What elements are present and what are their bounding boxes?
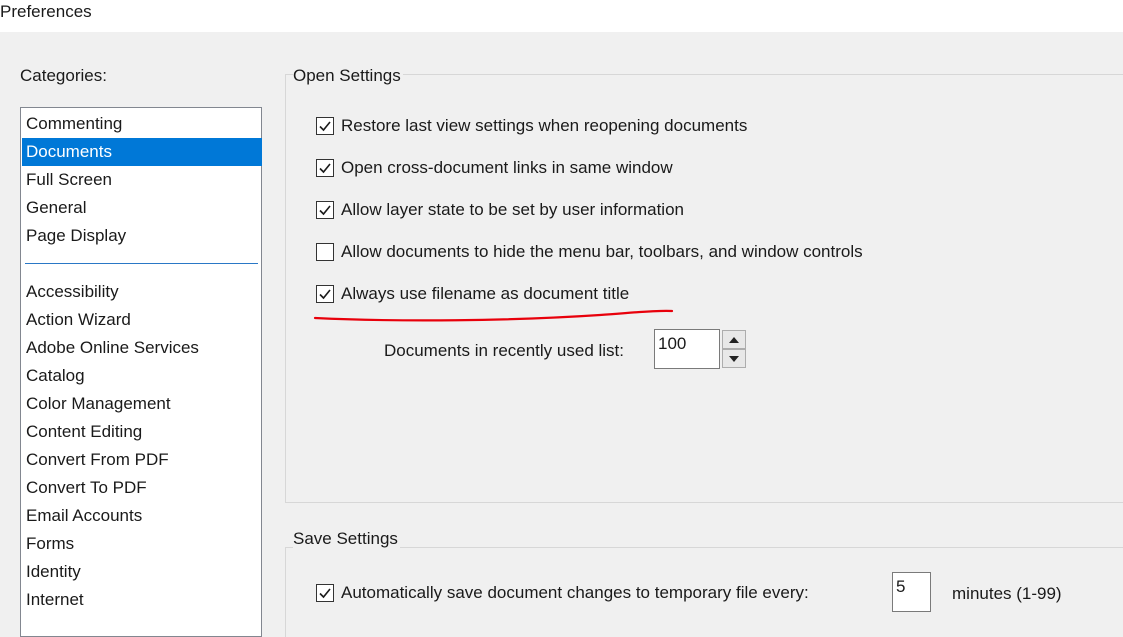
checkmark-icon <box>319 121 331 132</box>
categories-list[interactable]: Commenting Documents Full Screen General… <box>20 107 262 637</box>
checkmark-icon <box>319 588 331 599</box>
option-label: Allow layer state to be set by user info… <box>341 200 684 219</box>
category-content-editing[interactable]: Content Editing <box>22 418 262 446</box>
window-title: Preferences <box>0 2 92 21</box>
category-full-screen[interactable]: Full Screen <box>22 166 262 194</box>
option-autosave[interactable]: Automatically save document changes to t… <box>316 582 809 604</box>
autosave-minutes-input[interactable]: 5 <box>892 572 931 612</box>
checkmark-icon <box>319 205 331 216</box>
categories-label: Categories: <box>20 66 107 85</box>
option-restore-last-view[interactable]: Restore last view settings when reopenin… <box>316 115 747 137</box>
option-label: Allow documents to hide the menu bar, to… <box>341 242 863 261</box>
open-settings-title: Open Settings <box>293 66 403 86</box>
category-accessibility[interactable]: Accessibility <box>22 278 262 306</box>
option-label: Always use filename as document title <box>341 284 630 303</box>
recent-list-label: Documents in recently used list: <box>384 341 624 360</box>
option-cross-document-links[interactable]: Open cross-document links in same window <box>316 157 673 179</box>
category-forms[interactable]: Forms <box>22 530 262 558</box>
spin-up-button[interactable] <box>722 330 746 349</box>
category-catalog[interactable]: Catalog <box>22 362 262 390</box>
option-filename-as-title[interactable]: Always use filename as document title <box>316 283 629 305</box>
autosave-unit-label: minutes (1-99) <box>952 584 1062 603</box>
option-label: Open cross-document links in same window <box>341 158 673 177</box>
spin-down-button[interactable] <box>722 349 746 368</box>
checkbox[interactable] <box>316 584 334 602</box>
arrow-up-icon <box>729 336 739 343</box>
save-settings-title: Save Settings <box>293 529 400 549</box>
option-hide-menu-bar[interactable]: Allow documents to hide the menu bar, to… <box>316 241 863 263</box>
category-adobe-online-services[interactable]: Adobe Online Services <box>22 334 262 362</box>
category-convert-from-pdf[interactable]: Convert From PDF <box>22 446 262 474</box>
checkbox[interactable] <box>316 117 334 135</box>
category-page-display[interactable]: Page Display <box>22 222 262 250</box>
option-label: Restore last view settings when reopenin… <box>341 116 748 135</box>
red-underline-annotation <box>313 309 674 322</box>
category-email-accounts[interactable]: Email Accounts <box>22 502 262 530</box>
category-general[interactable]: General <box>22 194 262 222</box>
category-internet[interactable]: Internet <box>22 586 262 614</box>
checkbox[interactable] <box>316 159 334 177</box>
checkbox[interactable] <box>316 201 334 219</box>
title-bar: Preferences <box>0 0 1123 32</box>
category-identity[interactable]: Identity <box>22 558 262 586</box>
checkbox[interactable] <box>316 243 334 261</box>
recent-list-input[interactable]: 100 <box>654 329 720 369</box>
category-divider <box>25 263 258 264</box>
option-layer-state[interactable]: Allow layer state to be set by user info… <box>316 199 684 221</box>
checkbox[interactable] <box>316 285 334 303</box>
category-convert-to-pdf[interactable]: Convert To PDF <box>22 474 262 502</box>
category-color-management[interactable]: Color Management <box>22 390 262 418</box>
category-documents[interactable]: Documents <box>22 138 262 166</box>
arrow-down-icon <box>729 355 739 362</box>
category-action-wizard[interactable]: Action Wizard <box>22 306 262 334</box>
checkmark-icon <box>319 289 331 300</box>
category-commenting[interactable]: Commenting <box>22 110 262 138</box>
option-label: Automatically save document changes to t… <box>341 583 809 602</box>
checkmark-icon <box>319 163 331 174</box>
